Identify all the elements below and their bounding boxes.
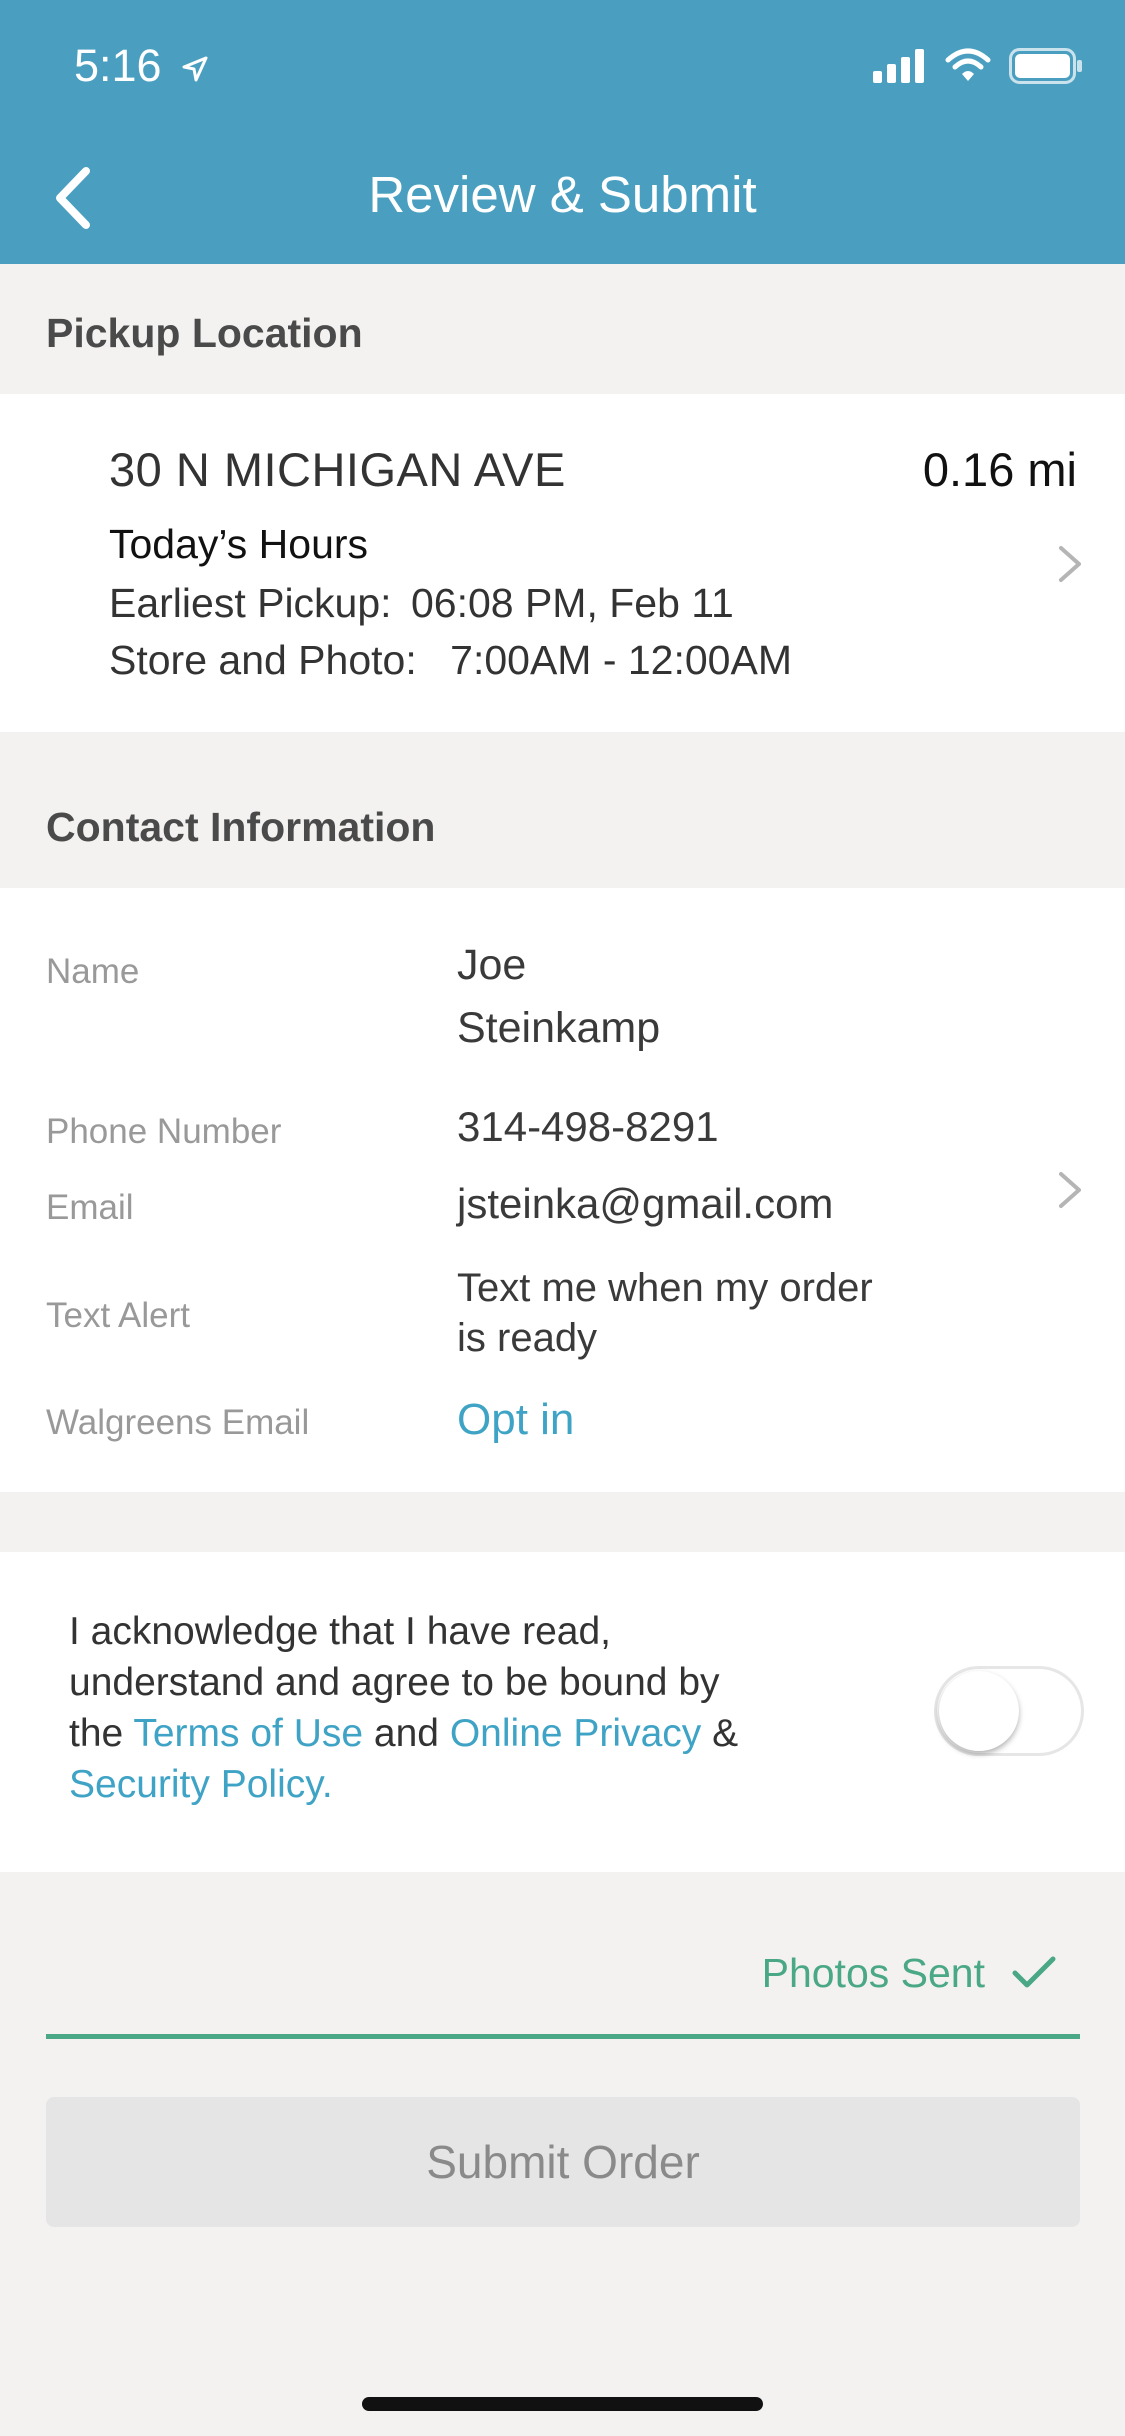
name-label: Name — [46, 952, 140, 991]
status-time: 5:16 — [74, 40, 210, 92]
battery-icon — [1009, 48, 1082, 84]
terms-acknowledge-text: I acknowledge that I have read, understa… — [69, 1606, 809, 1810]
phone-label: Phone Number — [46, 1112, 282, 1151]
text-alert-line1: Text me when my order — [457, 1266, 873, 1310]
store-hours: Store and Photo: 7:00AM - 12:00AM — [109, 637, 792, 684]
contact-section-title: Contact Information — [46, 804, 436, 850]
cellular-signal-icon — [873, 49, 924, 83]
ack-line-2: understand and agree to be bound by — [69, 1661, 720, 1704]
chevron-right-icon[interactable] — [1057, 544, 1083, 584]
phone-value: 314-498-8291 — [457, 1103, 719, 1150]
walgreens-email-label: Walgreens Email — [46, 1403, 310, 1442]
text-alert-label: Text Alert — [46, 1296, 190, 1335]
terms-toggle[interactable] — [934, 1666, 1084, 1756]
submit-order-button[interactable]: Submit Order — [46, 2097, 1080, 2227]
earliest-pickup-value: 06:08 PM, Feb 11 — [410, 580, 734, 626]
contact-section-header: Contact Information — [0, 732, 1125, 888]
store-hours-value: 7:00AM - 12:00AM — [450, 637, 792, 683]
contact-info-card[interactable]: Name Joe Steinkamp Phone Number 314-498-… — [0, 888, 1125, 1492]
terms-of-use-link[interactable]: Terms of Use — [133, 1712, 363, 1755]
pickup-location-card[interactable]: 30 N MICHIGAN AVE 0.16 mi Today’s Hours … — [0, 394, 1125, 886]
status-icons — [873, 48, 1083, 84]
home-indicator[interactable] — [362, 2397, 763, 2411]
pickup-section-header: Pickup Location — [0, 264, 1125, 394]
ack-the-text: the — [69, 1712, 124, 1755]
toggle-knob — [939, 1671, 1019, 1751]
pickup-distance: 0.16 mi — [922, 443, 1077, 496]
ack-line-3: the Terms of Use and Online Privacy & — [69, 1708, 809, 1759]
security-policy-link[interactable]: Security Policy. — [69, 1759, 809, 1810]
opt-in-link[interactable]: Opt in — [457, 1395, 574, 1445]
progress-complete-line — [46, 2034, 1080, 2039]
email-value: jsteinka@gmail.com — [457, 1180, 834, 1227]
name-first: Joe — [457, 941, 527, 989]
app-header: 5:16 Review & Submit — [0, 0, 1125, 264]
ack-line-1: I acknowledge that I have read, — [69, 1610, 612, 1653]
photos-sent-status: Photos Sent — [761, 1950, 985, 1996]
text-alert-line2: is ready — [457, 1316, 598, 1360]
ack-amp-text: & — [712, 1712, 739, 1755]
chevron-right-icon[interactable] — [1057, 1170, 1083, 1210]
wifi-icon — [945, 48, 991, 81]
email-label: Email — [46, 1188, 134, 1227]
pickup-section-title: Pickup Location — [46, 310, 363, 356]
hours-title: Today’s Hours — [109, 521, 369, 567]
earliest-pickup-label: Earliest Pickup: — [109, 580, 392, 626]
checkmark-icon — [1012, 1956, 1056, 1988]
online-privacy-link[interactable]: Online Privacy — [450, 1712, 701, 1755]
name-last: Steinkamp — [457, 1004, 661, 1052]
page-title: Review & Submit — [368, 166, 757, 223]
earliest-pickup: Earliest Pickup: 06:08 PM, Feb 11 — [109, 580, 734, 627]
pickup-address: 30 N MICHIGAN AVE — [109, 443, 566, 496]
store-hours-label: Store and Photo: — [109, 637, 417, 683]
ack-and-text: and — [373, 1712, 439, 1755]
location-arrow-icon — [182, 56, 208, 82]
